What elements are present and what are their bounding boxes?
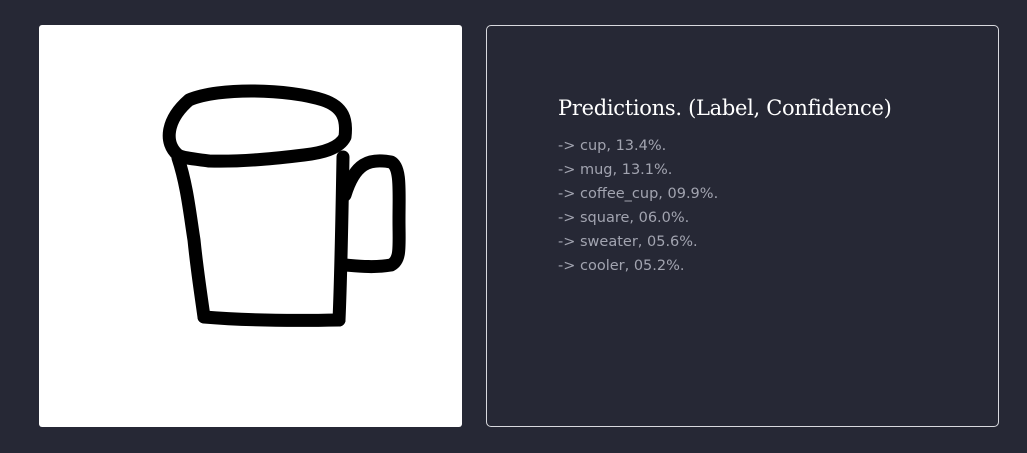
drawing-canvas[interactable] [39, 25, 462, 427]
mug-sketch [162, 84, 406, 327]
prediction-item: -> square, 06.0%. [558, 210, 690, 226]
predictions-title: Predictions. (Label, Confidence) [558, 96, 892, 120]
prediction-item: -> cooler, 05.2%. [558, 258, 685, 274]
predictions-list: -> cup, 13.4%. -> mug, 13.1%. -> coffee_… [558, 134, 718, 278]
prediction-item: -> cup, 13.4%. [558, 138, 667, 154]
predictions-panel: Predictions. (Label, Confidence) -> cup,… [486, 25, 999, 427]
prediction-item: -> sweater, 05.6%. [558, 234, 698, 250]
prediction-item: -> mug, 13.1%. [558, 162, 673, 178]
prediction-item: -> coffee_cup, 09.9%. [558, 186, 719, 202]
